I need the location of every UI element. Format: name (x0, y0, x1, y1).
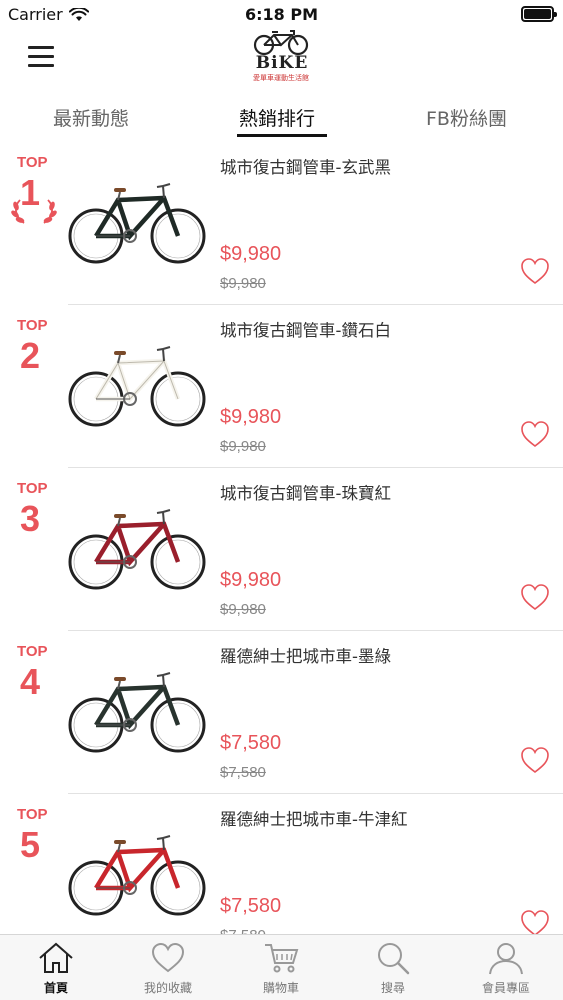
product-image[interactable] (66, 504, 208, 592)
rank-number: 3 (20, 498, 41, 539)
product-original-price: $7,580 (220, 764, 266, 781)
bottom-tab-bar: 首頁 我的收藏 購物車 搜尋 會員專區 (0, 934, 563, 1000)
bottom-tab-home[interactable]: 首頁 (0, 941, 112, 996)
hamburger-menu-icon[interactable] (28, 46, 54, 68)
tab-best-sellers[interactable]: 熱銷排行 (239, 104, 315, 131)
active-tab-indicator (237, 134, 327, 137)
product-name[interactable]: 城市復古鋼管車-珠寶紅 (220, 480, 391, 504)
heart-outline-icon (521, 421, 549, 448)
cart-icon (265, 944, 299, 973)
product-row[interactable]: TOP 5 羅德紳士把城市車-牛津紅 $7,580 $7,580 (0, 794, 563, 934)
home-icon (39, 942, 73, 973)
logo-subtitle: 愛單車運動生活館 (253, 74, 309, 82)
nav-bar: BiKE 愛單車運動生活館 (0, 30, 563, 92)
product-original-price: $9,980 (220, 601, 266, 618)
product-image[interactable] (66, 830, 208, 918)
product-row[interactable]: TOP 1 城市復古鋼管車-玄武黑 $9,980 $9,980 (0, 142, 563, 305)
rank-top-label: TOP (17, 643, 48, 660)
product-price: $9,980 (220, 243, 282, 265)
heart-outline-icon (521, 258, 549, 285)
product-price: $9,980 (220, 569, 282, 591)
product-image[interactable] (66, 178, 208, 266)
product-row[interactable]: TOP 4 羅德紳士把城市車-墨綠 $7,580 $7,580 (0, 631, 563, 794)
bike-image (68, 509, 206, 590)
product-name[interactable]: 城市復古鋼管車-玄武黑 (220, 154, 391, 178)
ranking-list: TOP 1 城市復古鋼管車-玄武黑 $9,980 $9,980 TOP 2 城市… (0, 142, 563, 934)
bike-image (68, 346, 206, 427)
bottom-tab-label: 會員專區 (481, 981, 530, 995)
favorite-button[interactable] (519, 256, 551, 286)
rank-number: 5 (20, 824, 41, 865)
product-image[interactable] (66, 667, 208, 755)
heart-outline-icon (521, 910, 549, 934)
heart-icon (151, 942, 185, 973)
rank-top-label: TOP (17, 317, 48, 334)
app-logo: BiKE 愛單車運動生活館 (248, 30, 314, 88)
product-original-price: $9,980 (220, 275, 266, 292)
rank-top-label: TOP (17, 154, 48, 171)
favorite-button[interactable] (519, 908, 551, 934)
rank-top-label: TOP (17, 806, 48, 823)
bike-image (68, 835, 206, 916)
battery-icon (521, 6, 557, 22)
product-price: $9,980 (220, 406, 282, 428)
tab-latest-news[interactable]: 最新動態 (53, 104, 129, 131)
bottom-tab-label: 搜尋 (380, 981, 405, 995)
bottom-tab-search[interactable]: 搜尋 (337, 941, 449, 996)
tab-fb-fans[interactable]: FB粉絲團 (426, 104, 507, 131)
heart-outline-icon (521, 584, 549, 611)
logo-text: BiKE (255, 53, 309, 73)
product-image[interactable] (66, 341, 208, 429)
search-icon (378, 943, 410, 975)
favorite-button[interactable] (519, 419, 551, 449)
bike-image (68, 183, 206, 264)
heart-outline-icon (521, 747, 549, 774)
favorite-button[interactable] (519, 582, 551, 612)
product-row[interactable]: TOP 2 城市復古鋼管車-鑽石白 $9,980 $9,980 (0, 305, 563, 468)
user-icon (489, 943, 523, 975)
bottom-tab-label: 購物車 (262, 981, 299, 995)
laurel-wreath-icon (11, 199, 57, 224)
product-price: $7,580 (220, 732, 282, 754)
rank-number: 2 (20, 335, 41, 376)
bottom-tab-label: 首頁 (43, 981, 68, 995)
product-name[interactable]: 羅德紳士把城市車-牛津紅 (220, 806, 407, 830)
rank-top-label: TOP (17, 480, 48, 497)
bottom-tab-favorites[interactable]: 我的收藏 (112, 941, 224, 996)
bottom-tab-cart[interactable]: 購物車 (225, 941, 337, 996)
clock: 6:18 PM (244, 5, 318, 24)
favorite-button[interactable] (519, 745, 551, 775)
category-tabs: 最新動態 熱銷排行 FB粉絲團 (0, 92, 563, 142)
product-row[interactable]: TOP 3 城市復古鋼管車-珠寶紅 $9,980 $9,980 (0, 468, 563, 631)
product-original-price: $9,980 (220, 438, 266, 455)
status-bar: Carrier 6:18 PM (0, 0, 563, 30)
bottom-tab-label: 我的收藏 (143, 981, 192, 995)
bike-image (68, 672, 206, 753)
rank-number: 4 (20, 661, 41, 702)
product-name[interactable]: 羅德紳士把城市車-墨綠 (220, 643, 391, 667)
product-original-price: $7,580 (220, 927, 266, 934)
product-name[interactable]: 城市復古鋼管車-鑽石白 (220, 317, 391, 341)
product-price: $7,580 (220, 895, 282, 917)
bottom-tab-member[interactable]: 會員專區 (450, 941, 562, 996)
